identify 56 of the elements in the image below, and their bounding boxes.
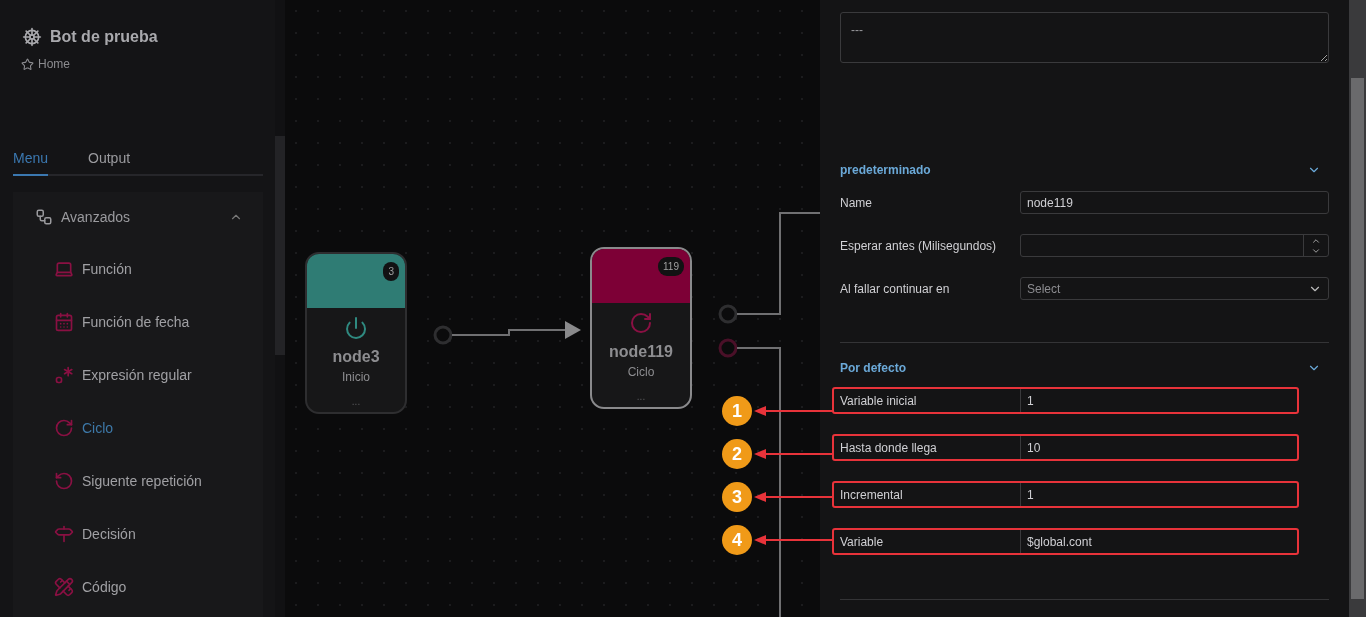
select-field[interactable]: Select [1020,277,1329,300]
output-port[interactable] [433,325,453,345]
tab[interactable]: Output [88,150,131,176]
rotate-cw-icon [54,417,74,438]
group-label: Avanzados [61,209,131,225]
section-header[interactable]: Por defecto [840,347,1329,389]
node-badge: 3 [383,262,399,281]
menu-item[interactable]: Ciclo [13,401,263,454]
number-field[interactable] [1020,234,1329,257]
group-header[interactable]: Avanzados [13,192,263,242]
menu-item[interactable]: Función de fecha [13,295,263,348]
field-label: Variable [840,534,885,549]
input-field[interactable]: node119 [1020,191,1329,214]
field-label: Name [840,195,873,210]
field-label: Incremental [840,487,904,502]
menu-item[interactable]: Expresión regular [13,348,263,401]
node-footer: ... [636,391,646,402]
menu-item[interactable]: Código [13,560,263,613]
output-port[interactable] [718,338,738,358]
wheel-icon [22,27,42,47]
node-name: node3 [332,348,380,366]
section-header[interactable]: predeterminado [840,149,1329,191]
flow-node[interactable]: 119 node119 Ciclo ... [590,247,692,409]
input-field[interactable]: $global.cont [1020,530,1297,553]
field-label: Al fallar continuar en [840,281,951,296]
star-icon [21,57,34,71]
field-label: Hasta donde llega [840,440,938,455]
scrollbar-thumb[interactable] [275,136,285,355]
node-badge: 119 [658,257,684,276]
menu-item[interactable]: Función [13,242,263,295]
rotate-cw-icon [629,311,653,335]
field-label: Esperar antes (Milisegundos) [840,238,998,253]
input-field[interactable]: 1 [1020,389,1297,412]
description-field[interactable]: --- [840,12,1329,63]
input-field[interactable]: 10 [1020,436,1297,459]
scrollbar-thumb[interactable] [1351,78,1364,599]
regex-icon [54,364,74,385]
home-link[interactable]: Home [21,57,263,71]
field-label: Variable inicial [840,393,918,408]
pencil-ruler-icon [54,576,74,597]
menu-item[interactable]: Decisión [13,507,263,560]
node-footer: ... [351,396,361,407]
node-type: Ciclo [627,365,655,379]
menu-item[interactable]: Siguente repetición [13,454,263,507]
node-name: node119 [609,343,673,361]
output-port[interactable] [718,304,738,324]
calendar-icon [54,311,74,332]
node-type: Inicio [342,370,370,384]
signpost-icon [54,523,74,544]
input-field[interactable]: 1 [1020,483,1297,506]
workflow-icon [35,208,53,226]
flow-node[interactable]: 3 node3 Inicio ... [305,252,407,414]
rotate-ccw-icon [54,470,74,491]
bot-title: Bot de prueba [50,28,158,46]
tab[interactable]: Menu [13,150,49,176]
power-icon [344,316,368,340]
